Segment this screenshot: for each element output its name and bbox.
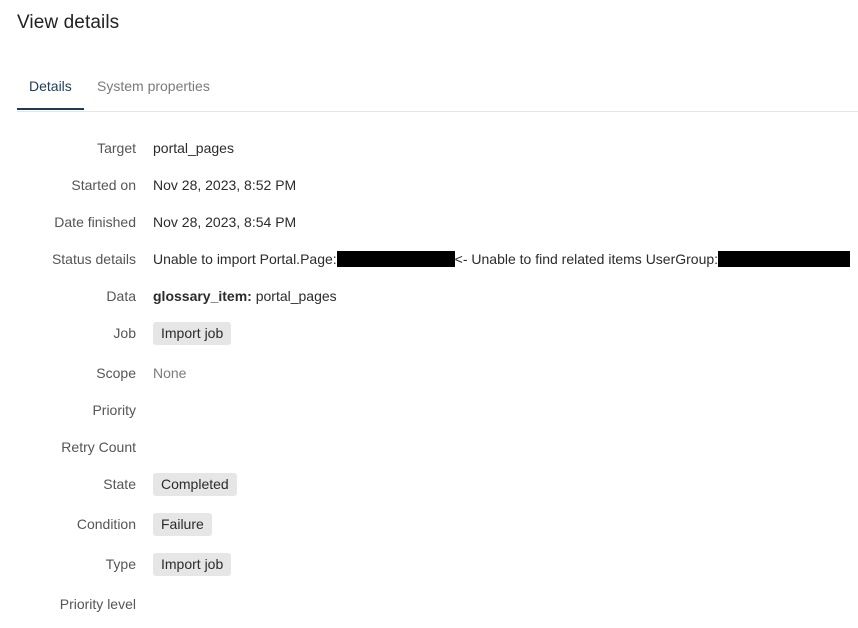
field-value: Nov 28, 2023, 8:52 PM (153, 177, 297, 193)
field-label: Scope (96, 365, 136, 381)
field-label: Target (97, 140, 136, 156)
field-label: Priority (92, 402, 136, 418)
data-key: glossary_item: (153, 288, 252, 304)
tab-system-properties[interactable]: System properties (97, 78, 210, 110)
page-title: View details (17, 12, 120, 33)
condition-badge: Failure (153, 513, 212, 536)
state-badge: Completed (153, 473, 237, 496)
field-label: Status details (51, 251, 136, 267)
field-label: Type (105, 556, 136, 572)
data-text: portal_pages (251, 288, 337, 304)
view-details-page: View details Details System properties T… (0, 0, 858, 628)
field-state: State Completed (0, 473, 858, 497)
field-label: State (103, 476, 136, 492)
tab-bar: Details System properties (17, 68, 858, 112)
field-priority-level: Priority level (0, 593, 858, 617)
status-details-value: Unable to import Portal.Page: <- Unable t… (153, 251, 851, 267)
data-value: glossary_item: portal_pages (153, 288, 337, 304)
field-job: Job Import job (0, 322, 858, 346)
status-details-text-2: <- Unable to find related items UserGrou… (454, 251, 719, 267)
field-target: Target portal_pages (0, 137, 858, 161)
redaction-block (336, 251, 455, 267)
field-label: Data (106, 288, 136, 304)
field-value: portal_pages (153, 140, 234, 156)
field-label: Condition (76, 516, 136, 532)
field-started-on: Started on Nov 28, 2023, 8:52 PM (0, 174, 858, 198)
field-data: Data glossary_item: portal_pages (0, 285, 858, 309)
field-scope: Scope None (0, 362, 858, 386)
field-label: Priority level (59, 596, 136, 612)
tab-details[interactable]: Details (29, 78, 72, 110)
active-tab-indicator (17, 108, 84, 110)
field-label: Date finished (54, 214, 136, 230)
field-value: Nov 28, 2023, 8:54 PM (153, 214, 297, 230)
job-badge[interactable]: Import job (153, 322, 232, 345)
field-status-details: Status details Unable to import Portal.P… (0, 248, 858, 272)
field-type: Type Import job (0, 553, 858, 577)
field-date-finished: Date finished Nov 28, 2023, 8:54 PM (0, 211, 858, 235)
field-condition: Condition Failure (0, 513, 858, 537)
field-label: Started on (71, 177, 136, 193)
field-label: Job (113, 325, 136, 341)
field-retry-count: Retry Count (0, 436, 858, 460)
type-badge: Import job (153, 553, 232, 576)
field-priority: Priority (0, 399, 858, 423)
field-value: None (153, 365, 187, 381)
field-label: Retry Count (61, 439, 136, 455)
status-details-text-1: Unable to import Portal.Page: (153, 251, 337, 267)
redaction-block (718, 251, 851, 267)
